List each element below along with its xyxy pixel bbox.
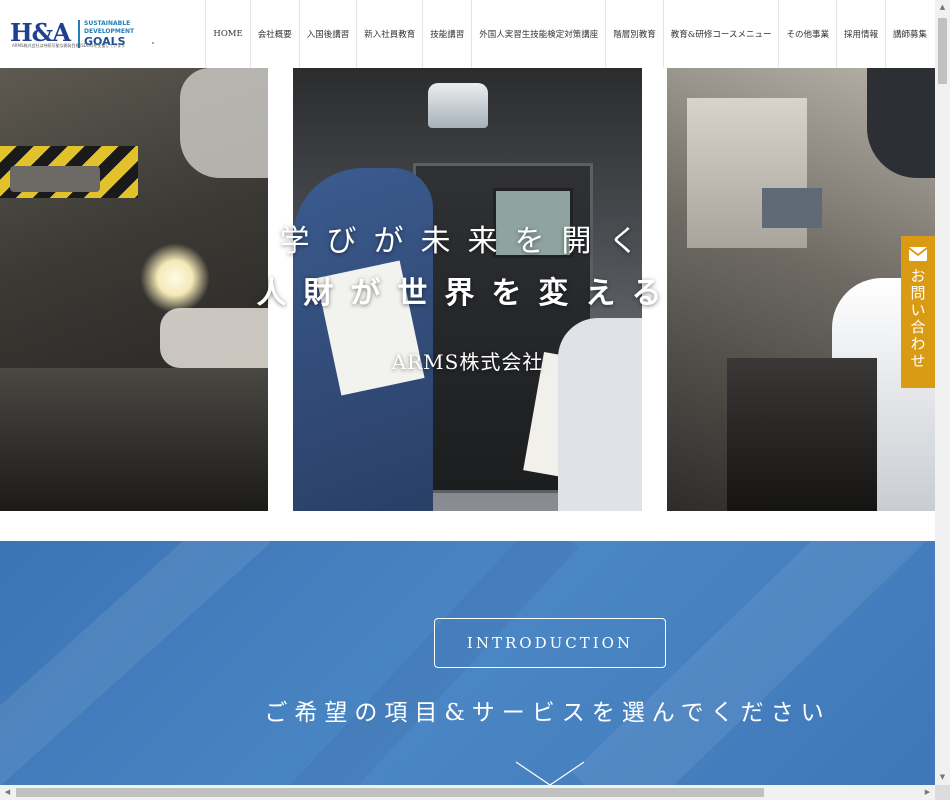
nav-tiered-education[interactable]: 階層別教育 (605, 0, 663, 68)
scroll-left-icon[interactable]: ◀ (0, 785, 15, 800)
nav-recruitment[interactable]: 採用情報 (835, 0, 885, 68)
nav-post-entry-training[interactable]: 入国後講習 (298, 0, 357, 68)
sdg-line-1: SUSTAINABLE (84, 20, 131, 27)
hero-photo-center (293, 68, 642, 511)
intro-section: INTRODUCTION ご希望の項目&サービスを選んでください (0, 541, 935, 791)
hero-photo-right (667, 68, 935, 511)
scrollbar-corner (935, 785, 950, 800)
scroll-down-icon[interactable]: ▼ (935, 770, 950, 785)
nav-foreign-trainee-exam-course[interactable]: 外国人実習生技能検定対策講座 (471, 0, 605, 68)
envelope-icon (908, 247, 928, 261)
nav-skill-training[interactable]: 技能講習 (422, 0, 471, 68)
horizontal-scroll-thumb[interactable] (16, 788, 764, 797)
main-nav: HOME 会社概要 入国後講習 新入社員教育 技能講習 外国人実習生技能検定対策… (205, 0, 935, 68)
introduction-button[interactable]: INTRODUCTION (434, 618, 666, 668)
contact-tab-label: お問い合わせ (908, 268, 927, 370)
hero-section: 学びが未来を開く 人財が世界を変える ARMS株式会社 (0, 68, 935, 511)
scroll-up-icon[interactable]: ▲ (935, 0, 950, 15)
site-logo[interactable]: H&A SUSTAINABLE DEVELOPMENT GOALS ARMS株式… (0, 0, 205, 68)
nav-instructor-recruitment[interactable]: 講師募集 (884, 0, 935, 68)
site-header: H&A SUSTAINABLE DEVELOPMENT GOALS ARMS株式… (0, 0, 935, 68)
contact-tab[interactable]: お問い合わせ (901, 236, 935, 388)
vertical-scrollbar[interactable]: ▲ ▼ (935, 0, 950, 785)
logo-tagline: ARMS株式会社は持続可能な開発目標(SDGs)を支援しています (12, 43, 126, 48)
nav-home[interactable]: HOME (205, 0, 249, 68)
nav-other-business[interactable]: その他事業 (778, 0, 836, 68)
nav-company[interactable]: 会社概要 (249, 0, 299, 68)
nav-course-menu[interactable]: 教育&研修コースメニュー (662, 0, 779, 68)
hero-photo-left (0, 68, 268, 511)
nav-new-employee-education[interactable]: 新入社員教育 (356, 0, 422, 68)
vertical-scroll-thumb[interactable] (938, 18, 947, 84)
intro-prompt: ご希望の項目&サービスを選んでください (264, 700, 831, 726)
logo-dot (152, 42, 154, 44)
scroll-right-icon[interactable]: ▶ (920, 785, 935, 800)
horizontal-scrollbar[interactable]: ◀ ▶ (0, 785, 935, 800)
